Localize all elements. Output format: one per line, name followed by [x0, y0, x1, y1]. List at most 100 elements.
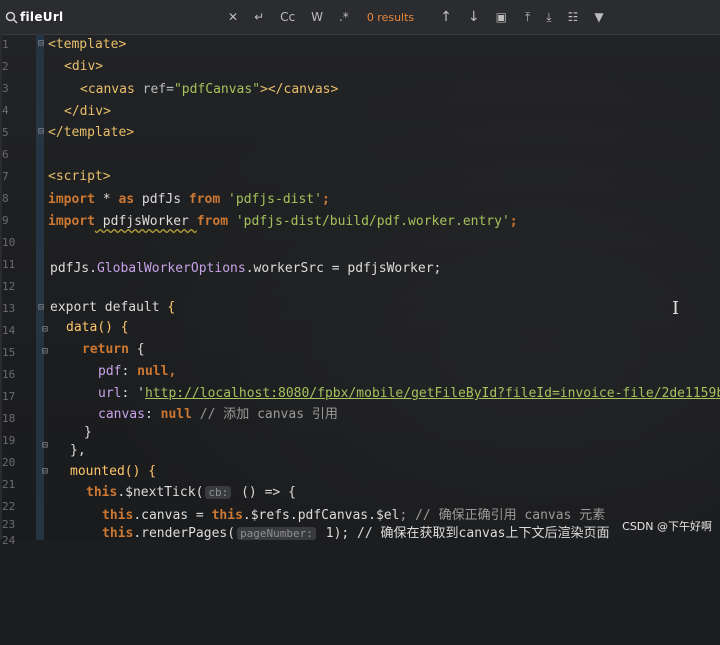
code-line-11: pdfJs.GlobalWorkerOptions.workerSrc = pd… — [50, 261, 441, 277]
code-token: pdfJs — [134, 192, 189, 207]
clear-search-icon[interactable]: ✕ — [228, 10, 238, 24]
code-token: .canvas = — [133, 508, 212, 523]
method-name: data — [66, 320, 98, 335]
ref-attr: ref= — [134, 82, 174, 97]
import-keyword: import — [48, 214, 95, 229]
code-line-17: url: 'http://localhost:8080/fpbx/mobile/… — [98, 386, 720, 402]
fold-icon[interactable]: ⊟ — [42, 466, 48, 477]
template-close-tag: </template> — [48, 125, 135, 140]
code-token: ; — [509, 214, 518, 229]
code-token: } — [84, 425, 92, 440]
select-all-icon[interactable]: ▣ — [496, 10, 507, 24]
this-keyword: this — [86, 485, 118, 500]
fold-icon[interactable]: ⊟ — [42, 324, 48, 335]
null-keyword: null — [137, 364, 169, 379]
next-occurrence-icon[interactable]: ↓ — [468, 9, 480, 25]
indent-guide — [36, 34, 44, 540]
import-keyword: import — [48, 192, 95, 207]
code-line-21: mounted() { — [70, 464, 156, 480]
code-token: : — [121, 364, 138, 379]
code-token: ; — [321, 192, 330, 207]
select-occurrences-icon[interactable]: ☷ — [568, 10, 579, 24]
code-line-4: </div> — [64, 104, 111, 120]
filter-icon[interactable]: ▼ — [594, 10, 603, 24]
div-open-tag: <div> — [64, 59, 104, 74]
prev-occurrence-icon[interactable]: ↑ — [440, 9, 452, 25]
url-link[interactable]: http://localhost:8080/fpbx/mobile/getFil… — [145, 386, 720, 401]
code-line-1: <template> — [48, 37, 126, 53]
code-comment: ; // 确保正确引用 canvas 元素 — [399, 508, 606, 523]
code-line-23: this.canvas = this.$refs.pdfCanvas.$el; … — [102, 508, 605, 524]
search-input[interactable]: fileUrl — [20, 5, 220, 29]
code-token: .$refs.pdfCanvas.$el — [242, 508, 400, 523]
code-token: * — [94, 192, 119, 207]
watermark: CSDN @下午好啊 — [622, 520, 712, 533]
parameter-hint: cb: — [205, 486, 232, 499]
text-cursor-icon: I — [672, 298, 680, 319]
template-open-tag: <template> — [48, 37, 127, 52]
property-name: canvas — [98, 407, 145, 422]
code-token: { — [128, 342, 145, 357]
code-token: .$nextTick( — [117, 485, 204, 500]
code-line-3: <canvas ref="pdfCanvas"></canvas> — [80, 82, 338, 98]
code-token: 1); // 确保在获取到canvas上下文后渲染页面 — [317, 526, 610, 541]
add-selection-icon[interactable]: ⤒ — [525, 10, 530, 25]
ref-value: "pdfCanvas" — [173, 82, 261, 97]
code-line-18: canvas: null // 添加 canvas 引用 — [98, 407, 338, 423]
fold-icon[interactable]: ⊟ — [38, 302, 44, 313]
property-name: pdf — [98, 364, 122, 379]
code-token: : — [144, 407, 161, 422]
null-keyword: null — [160, 407, 192, 422]
parameter-hint: pageNumber: — [237, 527, 316, 540]
code-token: }, — [70, 443, 86, 458]
code-line-9: import pdfjsWorker from 'pdfjs-dist/buil… — [48, 214, 518, 230]
string-literal: 'pdfjs-dist/build/pdf.worker.entry' — [228, 214, 510, 229]
code-line-22: this.$nextTick(cb: () => { — [86, 485, 296, 501]
code-comment: // 添加 canvas 引用 — [191, 407, 338, 422]
fold-icon[interactable]: ⊟ — [38, 38, 44, 49]
code-line-20: }, — [70, 443, 86, 459]
this-keyword: this — [102, 508, 134, 523]
from-keyword: from — [188, 192, 221, 207]
div-close-tag: </div> — [64, 104, 111, 119]
code-line-16: pdf: null, — [98, 364, 176, 380]
code-line-15: return { — [82, 342, 145, 358]
code-line-14: data() { — [66, 320, 129, 336]
code-line-8: import * as pdfJs from 'pdfjs-dist'; — [48, 192, 330, 208]
method-name: mounted — [70, 464, 125, 479]
code-token: : ' — [121, 386, 145, 401]
as-keyword: as — [118, 192, 135, 207]
code-token: GlobalWorkerOptions — [96, 261, 246, 276]
whole-word-icon[interactable]: W — [311, 10, 323, 24]
code-line-5: </template> — [48, 125, 134, 141]
fold-icon[interactable]: ⊟ — [42, 440, 48, 451]
regex-icon[interactable]: .* — [339, 10, 349, 24]
code-token: , — [168, 364, 177, 379]
code-line-2: <div> — [64, 59, 103, 75]
this-keyword: this — [211, 508, 243, 523]
canvas-close-tag: ></canvas> — [260, 82, 339, 97]
newline-icon[interactable]: ↵ — [254, 10, 264, 24]
code-token: .renderPages( — [133, 526, 236, 541]
string-literal: 'pdfjs-dist' — [220, 192, 322, 207]
code-line-19: } — [84, 425, 92, 441]
code-token: export default — [50, 300, 168, 315]
remove-selection-icon[interactable]: ⤓ — [546, 10, 551, 25]
code-line-7: <script> — [48, 169, 111, 185]
canvas-tag: <canvas — [80, 82, 135, 97]
match-case-icon[interactable]: Cc — [280, 10, 295, 24]
return-keyword: return — [82, 342, 129, 357]
fold-icon[interactable]: ⊟ — [42, 346, 48, 357]
code-editor[interactable]: <template> <div> <canvas ref="pdfCanvas"… — [0, 0, 720, 645]
editor-photo: fileUrl ✕ ↵ Cc W .* 0 results ↑ ↓ ▣ ⤒ ⤓ … — [0, 0, 720, 547]
script-tag: <script> — [48, 169, 111, 184]
code-token: { — [167, 300, 176, 315]
fold-icon[interactable]: ⊟ — [38, 126, 44, 137]
this-keyword: this — [102, 526, 134, 541]
property-name: url — [98, 386, 122, 401]
results-count: 0 results — [366, 10, 415, 24]
code-token: pdfjsWorker — [94, 214, 197, 229]
code-token: .workerSrc = pdfjsWorker; — [245, 261, 442, 276]
code-line-13: export default { — [50, 300, 175, 316]
find-bar: fileUrl ✕ ↵ Cc W .* 0 results ↑ ↓ ▣ ⤒ ⤓ … — [0, 0, 720, 35]
